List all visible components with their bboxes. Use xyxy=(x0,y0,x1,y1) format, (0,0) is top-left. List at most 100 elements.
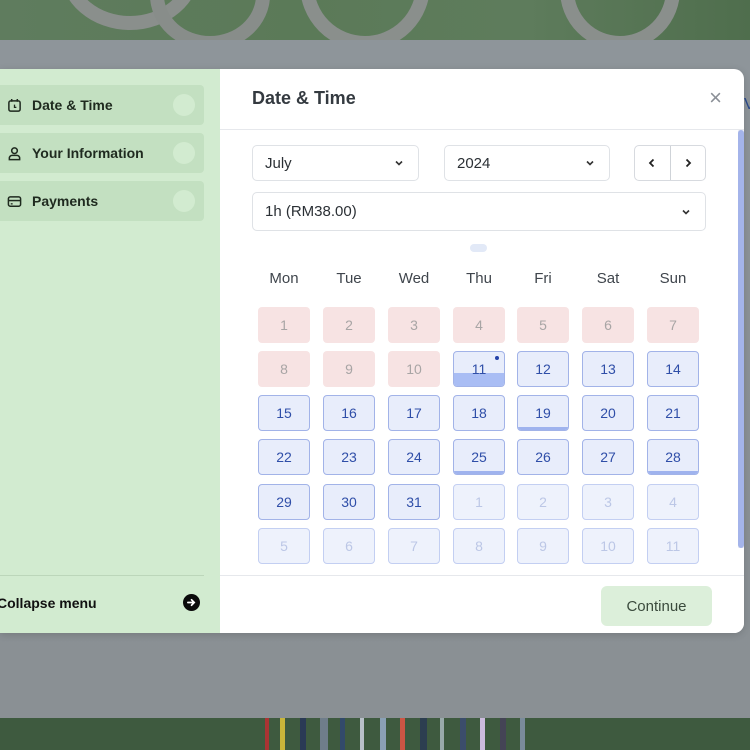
calendar-day-number: 7 xyxy=(669,317,677,333)
calendar-day[interactable]: 7 xyxy=(388,528,440,564)
calendar-day[interactable]: 16 xyxy=(323,395,375,431)
calendar-day[interactable]: 12 xyxy=(517,351,569,387)
calendar-day-number: 8 xyxy=(280,361,288,377)
step-date-time[interactable]: Date & Time xyxy=(0,85,204,125)
calendar-day-number: 9 xyxy=(345,361,353,377)
calendar-day[interactable]: 2 xyxy=(517,484,569,520)
month-select[interactable]: July xyxy=(252,145,419,181)
calendar-day[interactable]: 29 xyxy=(258,484,310,520)
continue-button[interactable]: Continue xyxy=(601,586,712,626)
calendar-day[interactable]: 25 xyxy=(453,439,505,475)
calendar-day-number: 11 xyxy=(665,538,681,554)
calendar-day[interactable]: 5 xyxy=(258,528,310,564)
year-select[interactable]: 2024 xyxy=(444,145,610,181)
calendar-day: 8 xyxy=(258,351,310,387)
sidebar-divider xyxy=(0,575,204,576)
calendar-day-number: 28 xyxy=(665,449,681,465)
calendar-day: 10 xyxy=(388,351,440,387)
step-status-circle xyxy=(173,142,195,164)
calendar-day-number: 10 xyxy=(406,361,422,377)
calendar-day-number: 31 xyxy=(406,494,422,510)
calendar-day-number: 29 xyxy=(276,494,292,510)
calendar-day: 5 xyxy=(517,307,569,343)
calendar-day-number: 2 xyxy=(345,317,353,333)
credit-card-icon xyxy=(6,193,22,209)
calendar-day-number: 8 xyxy=(475,538,483,554)
calendar-day[interactable]: 3 xyxy=(582,484,634,520)
calendar-day[interactable]: 13 xyxy=(582,351,634,387)
calendar-day[interactable]: 24 xyxy=(388,439,440,475)
calendar-day[interactable]: 20 xyxy=(582,395,634,431)
scrollbar-thumb[interactable] xyxy=(738,130,744,548)
calendar-day-number: 5 xyxy=(280,538,288,554)
calendar-day[interactable]: 22 xyxy=(258,439,310,475)
calendar-day[interactable]: 14 xyxy=(647,351,699,387)
calendar-day-number: 25 xyxy=(471,449,487,465)
calendar-day-number: 24 xyxy=(406,449,422,465)
calendar-day-number: 12 xyxy=(535,361,551,377)
calendar-day[interactable]: 18 xyxy=(453,395,505,431)
weekday-label: Wed xyxy=(398,270,430,287)
calendar-day-number: 11 xyxy=(471,361,487,377)
next-month-button[interactable] xyxy=(669,146,706,180)
calendar-day[interactable]: 4 xyxy=(647,484,699,520)
calendar-day[interactable]: 26 xyxy=(517,439,569,475)
calendar-day[interactable]: 21 xyxy=(647,395,699,431)
calendar-day[interactable]: 15 xyxy=(258,395,310,431)
calendar-day: 2 xyxy=(323,307,375,343)
dialog-header: Date & Time × xyxy=(220,69,744,130)
calendar-day[interactable]: 9 xyxy=(517,528,569,564)
calendar-day-number: 13 xyxy=(600,361,616,377)
step-payments[interactable]: Payments xyxy=(0,181,204,221)
chevron-down-icon xyxy=(395,160,403,166)
time-slots-indicator xyxy=(470,244,487,252)
dialog-content: Date & Time × July 2024 1h (RM38.00) Mon… xyxy=(220,69,744,633)
calendar-day[interactable]: 11 xyxy=(453,351,505,387)
calendar-day[interactable]: 31 xyxy=(388,484,440,520)
weekday-label: Fri xyxy=(534,270,552,287)
calendar-day[interactable]: 28 xyxy=(647,439,699,475)
calendar-day[interactable]: 10 xyxy=(582,528,634,564)
calendar-day[interactable]: 6 xyxy=(323,528,375,564)
calendar-day: 6 xyxy=(582,307,634,343)
chevron-down-icon xyxy=(586,160,594,166)
calendar-day-number: 14 xyxy=(665,361,681,377)
calendar-day[interactable]: 27 xyxy=(582,439,634,475)
calendar-day-number: 17 xyxy=(406,405,422,421)
weekday-label: Mon xyxy=(269,270,299,287)
calendar-day: 7 xyxy=(647,307,699,343)
calendar-day-number: 18 xyxy=(471,405,487,421)
weekday-label: Sun xyxy=(659,270,687,287)
step-label: Payments xyxy=(32,193,99,209)
calendar-day-number: 19 xyxy=(535,405,551,421)
background-image-bottom xyxy=(0,718,750,750)
calendar-day[interactable]: 11 xyxy=(647,528,699,564)
calendar-day[interactable]: 1 xyxy=(453,484,505,520)
calendar-day[interactable]: 19 xyxy=(517,395,569,431)
calendar-day-number: 16 xyxy=(341,405,357,421)
chevron-right-icon xyxy=(685,158,692,168)
calendar-day-number: 26 xyxy=(535,449,551,465)
weekday-label: Thu xyxy=(466,270,492,287)
calendar-day[interactable]: 8 xyxy=(453,528,505,564)
collapse-menu-label: Collapse menu xyxy=(0,595,97,611)
calendar-day-number: 30 xyxy=(341,494,357,510)
calendar-day[interactable]: 17 xyxy=(388,395,440,431)
partial-booking-indicator xyxy=(648,471,698,474)
duration-select[interactable]: 1h (RM38.00) xyxy=(252,192,706,231)
calendar-day: 4 xyxy=(453,307,505,343)
calendar-icon xyxy=(6,97,22,113)
calendar-day[interactable]: 30 xyxy=(323,484,375,520)
step-your-information[interactable]: Your Information xyxy=(0,133,204,173)
calendar-day-number: 23 xyxy=(341,449,357,465)
calendar-day-number: 9 xyxy=(539,538,547,554)
calendar-day-number: 1 xyxy=(475,494,483,510)
step-label: Your Information xyxy=(32,145,144,161)
weekday-label: Sat xyxy=(596,270,620,287)
previous-month-button[interactable] xyxy=(635,146,670,180)
calendar-day[interactable]: 23 xyxy=(323,439,375,475)
collapse-menu-button[interactable]: Collapse menu xyxy=(0,589,204,617)
scrollbar[interactable] xyxy=(738,130,744,548)
close-icon[interactable]: × xyxy=(709,87,722,109)
calendar-day: 3 xyxy=(388,307,440,343)
